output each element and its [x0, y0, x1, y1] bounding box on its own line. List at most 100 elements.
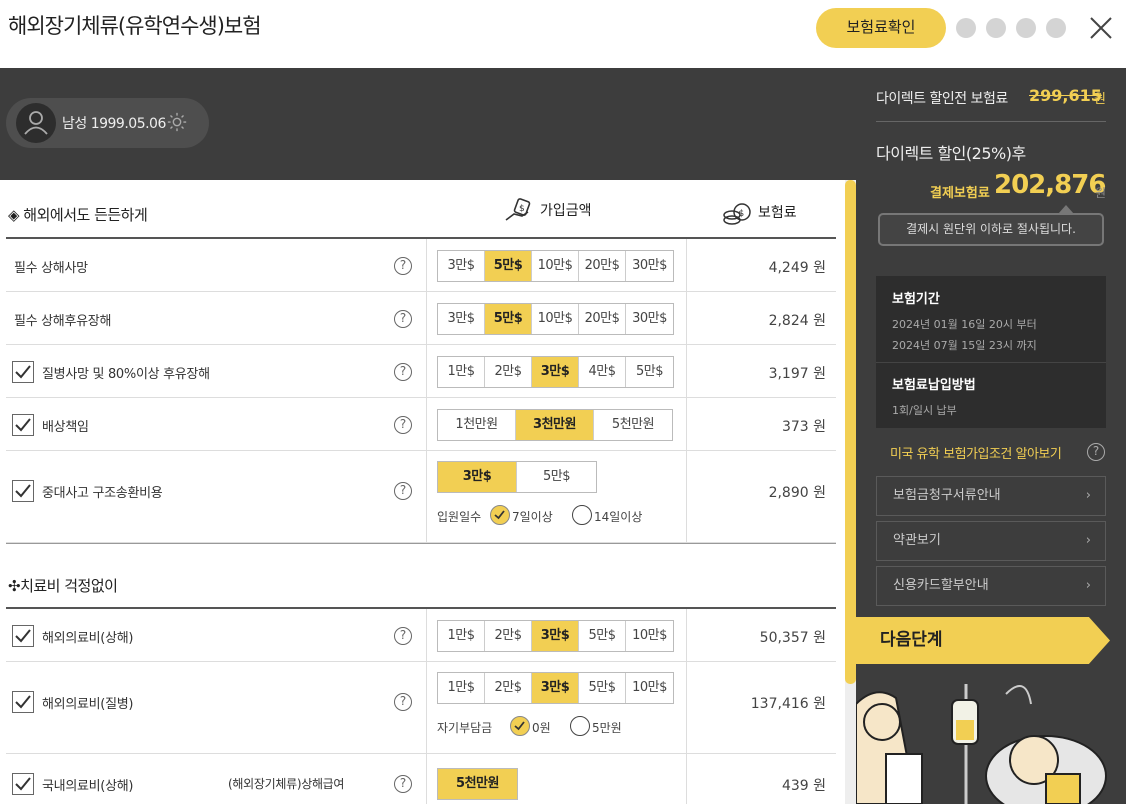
amount-option[interactable]: 2만$	[485, 621, 532, 651]
premium-value: 439 원	[781, 778, 826, 794]
coverage-table: ◈ 해외에서도 든든하게 $ 가입금액 $ 보험료 필수 상해사망? 3만$ 5만$…	[0, 180, 845, 804]
amount-option[interactable]: 30만$	[626, 304, 673, 334]
table-row: 해외의료비(질병)? 1만$ 2만$ 3만$ 5만$ 10만$ 자기부담금 0원 5만원 137,…	[6, 662, 836, 754]
amount-option[interactable]: 5천만원	[594, 410, 672, 440]
amount-selector: 1만$ 2만$ 3만$ 5만$ 10만$	[437, 672, 674, 704]
section-title: ◈ 해외에서도 든든하게	[8, 206, 148, 224]
amount-option[interactable]: 20만$	[579, 251, 626, 281]
amount-option[interactable]: 20만$	[579, 304, 626, 334]
method-value: 1회/일시 납부	[892, 404, 957, 417]
amount-option[interactable]: 3만$	[532, 673, 579, 703]
column-divider	[686, 345, 687, 397]
help-icon[interactable]: ?	[1087, 443, 1105, 461]
menu-label: 보험금청구서류안내	[893, 488, 1001, 503]
coverage-subname: (해외장기체류)상해급여	[228, 777, 345, 791]
amount-option[interactable]: 5만$	[579, 673, 626, 703]
amount-option[interactable]: 5만$	[517, 462, 596, 492]
radio-label: 0원	[532, 721, 551, 735]
profile-pill[interactable]: 남성 1999.05.06	[6, 98, 209, 148]
menu-card-installment[interactable]: 신용카드할부안내 ›	[876, 566, 1106, 606]
amount-selector: 1만$ 2만$ 3만$ 5만$ 10만$	[437, 620, 674, 652]
amount-selector: 1천만원 3천만원 5천만원	[437, 409, 673, 441]
page-title: 해외장기체류(유학연수생)보험	[8, 14, 262, 38]
amount-option[interactable]: 3만$	[438, 304, 485, 334]
amount-option[interactable]: 5만$	[485, 251, 532, 281]
help-icon[interactable]: ?	[394, 363, 412, 381]
coverage-checkbox[interactable]	[12, 414, 34, 436]
after-discount-label: 다이렉트 할인(25%)후	[876, 144, 1026, 163]
amount-option[interactable]: 30만$	[626, 251, 673, 281]
radio-option[interactable]	[510, 716, 530, 736]
help-icon[interactable]: ?	[394, 775, 412, 793]
table-row: 중대사고 구조송환비용? 3만$ 5만$ 입원일수 7일이상 14일이상 2,890 원	[6, 451, 836, 543]
table-row: 국내의료비(상해) (해외장기체류)상해급여? 5천만원 439 원	[6, 754, 836, 804]
before-discount-label: 다이렉트 할인전 보험료	[876, 91, 1008, 107]
amount-option[interactable]: 2만$	[485, 673, 532, 703]
menu-terms[interactable]: 약관보기 ›	[876, 521, 1106, 561]
user-icon	[24, 111, 48, 135]
check-icon	[494, 510, 505, 520]
pay-value: 202,876	[994, 170, 1106, 200]
amount-option[interactable]: 5만$	[626, 357, 673, 387]
amount-option[interactable]: 1만$	[438, 357, 485, 387]
period-info-box: 보험기간 2024년 01월 16일 20시 부터 2024년 07월 15일 …	[876, 276, 1106, 428]
amount-option[interactable]: 1천만원	[438, 410, 516, 440]
coverage-checkbox[interactable]	[12, 480, 34, 502]
amount-option[interactable]: 3천만원	[516, 410, 594, 440]
amount-option[interactable]: 5천만원	[438, 769, 517, 799]
premium-value: 2,824 원	[768, 313, 826, 329]
menu-claim-docs[interactable]: 보험금청구서류안내 ›	[876, 476, 1106, 516]
amount-option[interactable]: 1만$	[438, 621, 485, 651]
us-study-link[interactable]: 미국 유학 보험가입조건 알아보기	[890, 443, 1062, 462]
amount-option[interactable]: 2만$	[485, 357, 532, 387]
close-icon[interactable]	[1089, 16, 1113, 40]
amount-selector: 3만$ 5만$ 10만$ 20만$ 30만$	[437, 250, 674, 282]
radio-group-label: 자기부담금	[437, 721, 493, 735]
rounding-tooltip: 결제시 원단위 이하로 절사됩니다.	[878, 213, 1104, 246]
help-icon[interactable]: ?	[394, 416, 412, 434]
coverage-name: 필수 상해후유장해	[14, 314, 112, 329]
radio-option[interactable]	[490, 505, 510, 525]
amount-option[interactable]: 10만$	[626, 621, 673, 651]
table-row: 필수 상해후유장해? 3만$ 5만$ 10만$ 20만$ 30만$ 2,824 원	[6, 292, 836, 345]
help-icon[interactable]: ?	[394, 627, 412, 645]
amount-option[interactable]: 5만$	[579, 621, 626, 651]
amount-option[interactable]: 1만$	[438, 673, 485, 703]
amount-option[interactable]: 10만$	[626, 673, 673, 703]
coverage-name: 국내의료비(상해)	[42, 779, 134, 794]
method-title: 보험료납입방법	[892, 378, 976, 393]
chevron-right-icon: ›	[1085, 578, 1091, 593]
checkmark-icon	[15, 777, 31, 791]
scrollbar-thumb[interactable]	[845, 180, 856, 684]
radio-option[interactable]	[570, 716, 590, 736]
premium-value: 50,357 원	[759, 630, 826, 646]
coverage-checkbox[interactable]	[12, 773, 34, 795]
help-icon[interactable]: ?	[394, 310, 412, 328]
table-row: 질병사망 및 80%이상 후유장해? 1만$ 2만$ 3만$ 4만$ 5만$ 3,197 원	[6, 345, 836, 398]
top-bar: 해외장기체류(유학연수생)보험 보험료확인	[0, 0, 1126, 68]
coverage-checkbox[interactable]	[12, 361, 34, 383]
premium-check-button[interactable]: 보험료확인	[816, 8, 946, 48]
amount-option[interactable]: 3만$	[532, 621, 579, 651]
amount-option[interactable]: 10만$	[532, 251, 579, 281]
next-step-button[interactable]: 다음단계	[846, 617, 1110, 664]
amount-option[interactable]: 5만$	[485, 304, 532, 334]
coverage-checkbox[interactable]	[12, 691, 34, 713]
radio-option[interactable]	[572, 505, 592, 525]
coverage-checkbox[interactable]	[12, 625, 34, 647]
amount-option[interactable]: 4만$	[579, 357, 626, 387]
amount-option[interactable]: 3만$	[438, 462, 517, 492]
amount-option[interactable]: 3만$	[532, 357, 579, 387]
amount-option[interactable]: 10만$	[532, 304, 579, 334]
hospital-illustration	[856, 664, 1126, 804]
gear-icon[interactable]	[166, 111, 188, 133]
column-divider	[426, 662, 427, 753]
coverage-name: 해외의료비(상해)	[42, 631, 134, 646]
help-icon[interactable]: ?	[394, 482, 412, 500]
help-icon[interactable]: ?	[394, 693, 412, 711]
premium-value: 4,249 원	[768, 260, 826, 276]
column-divider	[426, 609, 427, 661]
help-icon[interactable]: ?	[394, 257, 412, 275]
amount-option[interactable]: 3만$	[438, 251, 485, 281]
checkmark-icon	[15, 418, 31, 432]
